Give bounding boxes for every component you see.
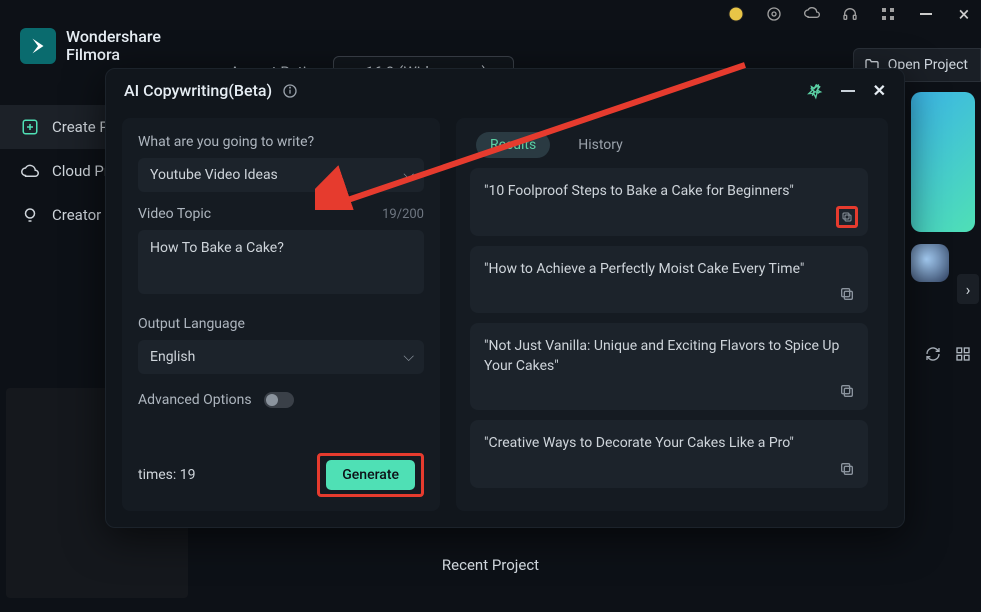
result-item: "How to Achieve a Perfectly Moist Cake E…	[470, 246, 868, 314]
result-item: "Not Just Vanilla: Unique and Exciting F…	[470, 323, 868, 410]
template-thumbnail[interactable]	[911, 92, 975, 232]
info-icon[interactable]	[282, 83, 298, 99]
refresh-icon[interactable]	[925, 346, 943, 364]
lang-label: Output Language	[138, 316, 424, 332]
cloud-sync-icon[interactable]	[803, 5, 821, 23]
window-topbar: ×	[727, 0, 981, 28]
grid-view-icon[interactable]	[955, 346, 973, 364]
write-type-select[interactable]: Youtube Video Ideas	[138, 158, 424, 192]
lightbulb-icon	[20, 205, 40, 225]
write-type-label: What are you going to write?	[138, 134, 424, 150]
input-panel: What are you going to write? Youtube Vid…	[122, 118, 440, 511]
window-close-icon[interactable]: ×	[955, 5, 973, 23]
modal-header: AI Copywriting(Beta) ✕	[106, 69, 904, 112]
right-rail: ›	[905, 92, 981, 432]
modal-close-button[interactable]: ✕	[873, 81, 886, 100]
pin-icon[interactable]	[804, 80, 826, 102]
window-minimize-icon[interactable]	[917, 5, 935, 23]
ai-copywriting-modal: AI Copywriting(Beta) ✕ What are you goin…	[105, 68, 905, 528]
language-select[interactable]: English	[138, 340, 424, 374]
generate-button[interactable]: Generate	[326, 460, 415, 490]
times-remaining: times: 19	[138, 467, 196, 483]
recent-project-label: Recent Project	[0, 556, 981, 574]
filmora-logo-icon	[20, 28, 56, 64]
scroll-right-button[interactable]: ›	[957, 274, 979, 304]
modal-title: AI Copywriting(Beta)	[124, 81, 272, 100]
settings-gear-icon[interactable]	[765, 5, 783, 23]
plus-square-icon	[20, 117, 40, 137]
results-panel: Results History "10 Foolproof Steps to B…	[456, 118, 888, 511]
copy-icon[interactable]	[836, 458, 858, 480]
copy-icon[interactable]	[836, 206, 858, 228]
topic-textarea[interactable]: How To Bake a Cake?	[138, 230, 424, 294]
template-thumbnail-small[interactable]	[911, 244, 949, 282]
topic-label: Video Topic	[138, 206, 211, 222]
generate-highlight: Generate	[317, 453, 424, 497]
char-count: 19/200	[382, 207, 424, 222]
headset-icon[interactable]	[841, 5, 859, 23]
tab-results[interactable]: Results	[476, 132, 550, 158]
copy-icon[interactable]	[836, 380, 858, 402]
cloud-icon	[20, 161, 40, 181]
result-item: "10 Foolproof Steps to Bake a Cake for B…	[470, 168, 868, 236]
results-list[interactable]: "10 Foolproof Steps to Bake a Cake for B…	[470, 168, 874, 497]
advanced-options-label: Advanced Options	[138, 392, 252, 408]
tab-history[interactable]: History	[564, 132, 637, 158]
copy-icon[interactable]	[836, 283, 858, 305]
apps-grid-icon[interactable]	[879, 5, 897, 23]
advanced-toggle[interactable]	[264, 392, 294, 408]
app-logo: Wondershare Filmora	[20, 28, 161, 64]
result-item: "Creative Ways to Decorate Your Cakes Li…	[470, 420, 868, 488]
modal-minimize-button[interactable]	[841, 90, 855, 92]
app-name: Wondershare Filmora	[66, 28, 161, 63]
premium-icon[interactable]	[727, 5, 745, 23]
